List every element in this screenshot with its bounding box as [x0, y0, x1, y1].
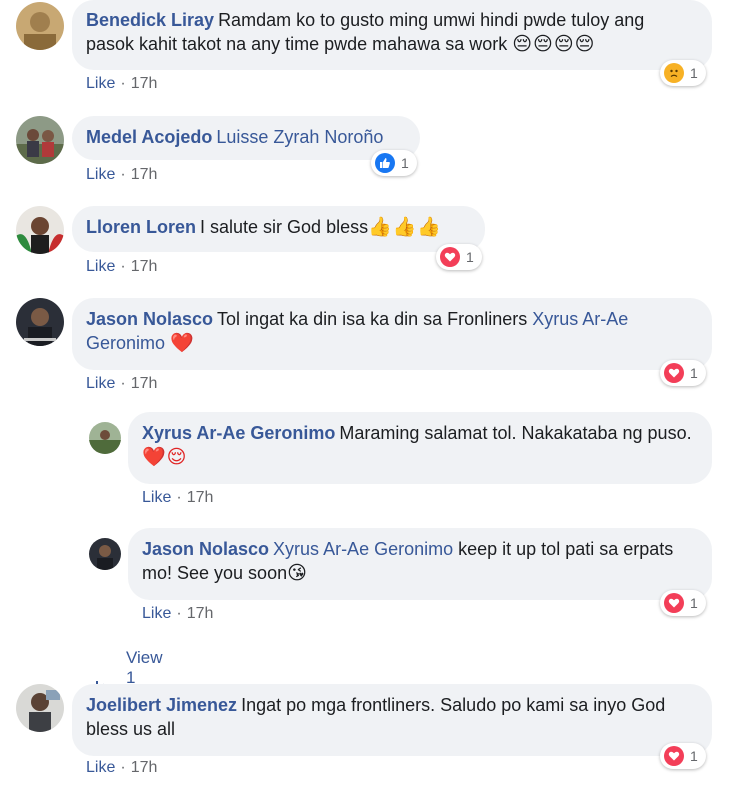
author-name[interactable]: Joelibert Jimenez	[86, 695, 237, 715]
like-link[interactable]: Like	[142, 605, 171, 622]
comment-bubble: Lloren Loren I salute sir God bless👍👍👍	[72, 206, 485, 252]
reaction-summary[interactable]: 1	[660, 590, 706, 616]
separator-dot: ·	[120, 75, 126, 92]
kiss-face-emoji: 😘	[287, 562, 308, 584]
timestamp[interactable]: 17h	[131, 75, 158, 92]
reaction-summary[interactable]: 1	[660, 60, 706, 86]
mention-link[interactable]: Xyrus Ar-Ae Geronimo	[273, 539, 453, 559]
comment-meta: Like · 17h	[86, 166, 157, 184]
thumbs-up-emoji: 👍👍👍	[368, 216, 443, 238]
reaction-summary[interactable]: 1	[436, 244, 482, 270]
avatar[interactable]	[16, 684, 64, 732]
comment-bubble: Jason Nolasco Tol ingat ka din isa ka din…	[72, 298, 712, 370]
reaction-count: 1	[690, 595, 698, 611]
like-link[interactable]: Like	[86, 75, 115, 92]
timestamp[interactable]: 17h	[131, 166, 158, 183]
separator-dot: ·	[120, 759, 126, 776]
timestamp[interactable]: 17h	[131, 759, 158, 776]
timestamp[interactable]: 17h	[187, 605, 214, 622]
comment-meta: Like · 17h	[86, 375, 157, 393]
author-name[interactable]: Xyrus Ar-Ae Geronimo	[142, 423, 335, 443]
comment-meta: Like · 17h	[142, 605, 213, 623]
heart-icon	[664, 363, 684, 383]
heart-icon	[440, 247, 460, 267]
comment-meta: Like · 17h	[142, 489, 213, 507]
comment-text: Tol ingat ka din isa ka din sa Fronliner…	[217, 309, 528, 329]
separator-dot: ·	[176, 489, 182, 506]
avatar[interactable]	[89, 538, 121, 570]
sad-face-icon	[664, 63, 684, 83]
reaction-count: 1	[401, 155, 409, 171]
avatar[interactable]	[16, 298, 64, 346]
comment-bubble: Jason Nolasco Xyrus Ar-Ae Geronimo keep i…	[128, 528, 712, 600]
timestamp[interactable]: 17h	[131, 375, 158, 392]
author-name[interactable]: Benedick Liray	[86, 10, 214, 30]
reaction-summary[interactable]: 1	[660, 743, 706, 769]
timestamp[interactable]: 17h	[131, 258, 158, 275]
comment-text: I salute sir God bless	[200, 217, 369, 237]
sad-face-emoji: 😔😔😔😔	[512, 33, 596, 55]
thumbs-up-icon	[375, 153, 395, 173]
reaction-count: 1	[690, 365, 698, 381]
separator-dot: ·	[120, 258, 126, 275]
like-link[interactable]: Like	[142, 489, 171, 506]
avatar[interactable]	[16, 2, 64, 50]
author-name[interactable]: Jason Nolasco	[86, 309, 213, 329]
heart-relieved-emoji: ❤️😌	[142, 446, 188, 468]
comment-bubble: Xyrus Ar-Ae Geronimo Maraming salamat tol…	[128, 412, 712, 484]
reaction-summary[interactable]: 1	[371, 150, 417, 176]
author-name[interactable]: Lloren Loren	[86, 217, 196, 237]
mention-link[interactable]: Luisse Zyrah Noroño	[216, 127, 383, 147]
separator-dot: ·	[176, 605, 182, 622]
comment-bubble: Joelibert Jimenez Ingat po mga frontliner…	[72, 684, 712, 756]
timestamp[interactable]: 17h	[187, 489, 214, 506]
heart-icon	[664, 593, 684, 613]
avatar[interactable]	[16, 116, 64, 164]
like-link[interactable]: Like	[86, 258, 115, 275]
separator-dot: ·	[120, 166, 126, 183]
author-name[interactable]: Jason Nolasco	[142, 539, 269, 559]
red-heart-emoji: ❤️	[170, 332, 195, 354]
reaction-summary[interactable]: 1	[660, 360, 706, 386]
avatar[interactable]	[16, 206, 64, 254]
comment-text: Maraming salamat tol. Nakakataba ng puso…	[339, 423, 692, 443]
comment-bubble: Benedick Liray Ramdam ko to gusto ming um…	[72, 0, 712, 70]
avatar[interactable]	[89, 422, 121, 454]
reaction-count: 1	[466, 249, 474, 265]
comment-meta: Like · 17h	[86, 258, 157, 276]
like-link[interactable]: Like	[86, 375, 115, 392]
comment-meta: Like · 17h	[86, 75, 157, 93]
reaction-count: 1	[690, 65, 698, 81]
heart-icon	[664, 746, 684, 766]
separator-dot: ·	[120, 375, 126, 392]
author-name[interactable]: Medel Acojedo	[86, 127, 212, 147]
comment-meta: Like · 17h	[86, 759, 157, 777]
like-link[interactable]: Like	[86, 166, 115, 183]
comment-bubble: Medel Acojedo Luisse Zyrah Noroño	[72, 116, 420, 160]
reaction-count: 1	[690, 748, 698, 764]
like-link[interactable]: Like	[86, 759, 115, 776]
